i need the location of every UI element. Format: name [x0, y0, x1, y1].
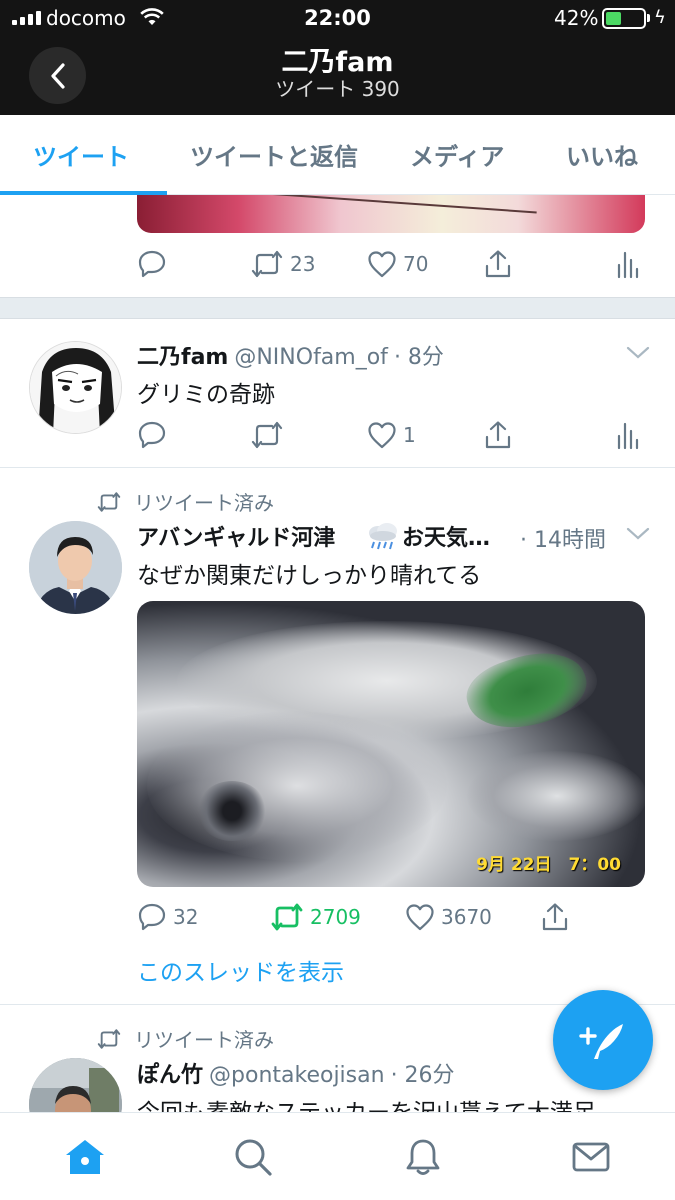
- display-name[interactable]: 二乃fam: [137, 339, 228, 371]
- retweet-icon: [251, 421, 283, 449]
- display-name[interactable]: アバンギャルド河津: [137, 520, 335, 552]
- tweet-header: アバンギャルド河津: [137, 520, 335, 552]
- reply-button[interactable]: 32: [137, 900, 198, 934]
- analytics-icon: [617, 251, 639, 279]
- retweet-count: 2709: [310, 905, 361, 929]
- retweet-icon: [97, 491, 121, 512]
- avatar[interactable]: [29, 521, 122, 614]
- battery-percent: 42%: [554, 6, 599, 30]
- status-bar: docomo 22:00 42% ϟ: [0, 0, 675, 38]
- tweet-text: なぜか関東だけしっかり晴れてる: [137, 563, 482, 589]
- display-name-suffix[interactable]: お天気…: [402, 520, 490, 552]
- profile-tabs: ツイート ツイートと返信 メディア いいね: [0, 115, 675, 195]
- tweet-feed[interactable]: 23 70 二乃fam @NINOfam_of · 8分 グリミの奇跡 1 リツ…: [0, 195, 675, 1112]
- reply-count: 32: [173, 905, 199, 929]
- tweet-header: ぽん竹 @pontakeojisan · 26分: [137, 1057, 455, 1089]
- tweet-time: · 26分: [390, 1063, 455, 1088]
- retweeted-label: リツイート済み: [134, 1028, 274, 1052]
- reply-button[interactable]: [137, 247, 173, 281]
- like-count: 1: [403, 423, 416, 447]
- tweet-actions: 1: [137, 418, 647, 452]
- compose-tweet-button[interactable]: [553, 990, 653, 1090]
- retweet-button[interactable]: 2709: [270, 900, 361, 934]
- share-button[interactable]: [483, 247, 513, 281]
- battery-nub: [647, 14, 650, 22]
- avatar[interactable]: [29, 1058, 122, 1112]
- search-icon: [235, 1139, 272, 1176]
- user-handle[interactable]: @pontakeojisan: [209, 1063, 385, 1088]
- retweet-button[interactable]: [250, 418, 290, 452]
- chevron-down-icon: [626, 527, 650, 540]
- home-icon: [66, 1140, 104, 1174]
- share-icon: [485, 250, 511, 278]
- chevron-down-icon: [626, 346, 650, 359]
- top-bar: docomo 22:00 42% ϟ 二乃fam ツイート 390: [0, 0, 675, 115]
- charging-bolt-icon: ϟ: [654, 7, 666, 28]
- bell-icon: [406, 1139, 440, 1175]
- tweet-time: · 8分: [393, 345, 444, 370]
- like-button[interactable]: 3670: [405, 900, 492, 934]
- tweet-divider: [0, 467, 675, 468]
- tweet-header: 二乃fam @NINOfam_of · 8分: [137, 339, 444, 371]
- cloud-rain-emoji-icon: [366, 521, 400, 555]
- tweet-actions: 32 2709 3670: [137, 900, 647, 934]
- retweet-count: 23: [290, 252, 316, 276]
- reply-icon: [138, 250, 166, 278]
- heart-icon: [368, 251, 396, 278]
- retweet-icon: [97, 1028, 121, 1049]
- like-count: 3670: [441, 905, 492, 929]
- analytics-button[interactable]: [615, 247, 639, 281]
- analytics-button[interactable]: [615, 418, 639, 452]
- nav-messages[interactable]: [569, 1135, 613, 1179]
- show-thread-link[interactable]: このスレッドを表示: [137, 953, 344, 987]
- retweeted-label: リツイート済み: [134, 491, 274, 515]
- reply-button[interactable]: [137, 418, 173, 452]
- tweet-menu-chevron[interactable]: [625, 345, 651, 365]
- like-button[interactable]: 1: [367, 418, 416, 452]
- tweet-text: 今回も素敵なステッカーを沢山貰えて大満足: [137, 1093, 596, 1112]
- user-handle[interactable]: @NINOfam_of: [234, 345, 388, 370]
- share-button[interactable]: [540, 900, 570, 934]
- retweeted-indicator: リツイート済み: [96, 1024, 274, 1053]
- share-button[interactable]: [483, 418, 513, 452]
- retweet-button[interactable]: 23: [250, 247, 315, 281]
- share-icon: [485, 421, 511, 449]
- tweet-time: · 14時間: [520, 528, 606, 553]
- reply-icon: [138, 903, 166, 931]
- tweet-media-image[interactable]: 9月 22日 7：00: [137, 601, 645, 887]
- compose-tweet-icon: [579, 1024, 623, 1059]
- heart-icon: [368, 422, 396, 449]
- share-icon: [542, 903, 568, 931]
- tab-media[interactable]: メディア: [410, 137, 504, 172]
- tab-tweets[interactable]: ツイート: [33, 137, 129, 172]
- section-divider: [0, 297, 675, 319]
- retweet-icon: [251, 250, 283, 278]
- reply-icon: [138, 421, 166, 449]
- nav-home[interactable]: [63, 1135, 107, 1179]
- battery-icon: [602, 8, 646, 29]
- media-caption: 9月 22日 7：00: [476, 855, 621, 875]
- mail-icon: [572, 1142, 610, 1172]
- retweeted-indicator: リツイート済み: [96, 487, 274, 516]
- heart-icon: [406, 904, 434, 931]
- bottom-navigation: [0, 1112, 675, 1200]
- tweet-actions: 23 70: [137, 247, 647, 281]
- tweet-menu-chevron[interactable]: [625, 526, 651, 546]
- tweet-text: グリミの奇跡: [137, 382, 275, 408]
- nav-search[interactable]: [231, 1135, 275, 1179]
- tab-tweets-and-replies[interactable]: ツイートと返信: [190, 137, 358, 172]
- tab-likes[interactable]: いいね: [566, 137, 638, 172]
- display-name[interactable]: ぽん竹: [137, 1057, 203, 1089]
- tweet-media-image[interactable]: [137, 195, 645, 233]
- like-count: 70: [403, 252, 429, 276]
- avatar[interactable]: [29, 341, 122, 434]
- like-button[interactable]: 70: [367, 247, 428, 281]
- retweet-icon: [271, 903, 303, 931]
- nav-notifications[interactable]: [401, 1135, 445, 1179]
- analytics-icon: [617, 422, 639, 450]
- tweet-count: ツイート 390: [275, 77, 400, 101]
